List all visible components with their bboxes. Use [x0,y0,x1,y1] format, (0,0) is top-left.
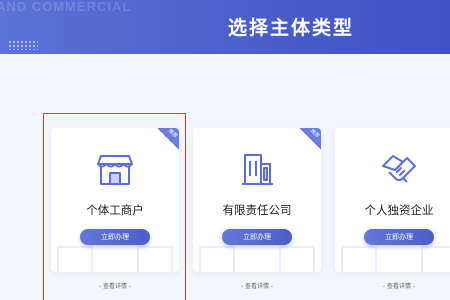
card-watermark [421,246,450,272]
card-watermark [199,246,235,272]
apply-now-button[interactable]: 立即办理 [222,229,292,245]
view-details-link[interactable]: - 查看详情 - [193,281,321,290]
entity-name: 有限责任公司 [222,203,292,217]
corner-badge-label: 推荐 [166,128,179,140]
shop-icon [97,155,133,185]
entity-name: 个人独资企业 [364,203,434,217]
apply-now-button[interactable]: 立即办理 [364,229,434,245]
handshake-icon [382,155,416,183]
entity-name: 个体工商户 [86,203,144,217]
view-details-link[interactable]: - 查看详情 - [51,281,179,290]
header-background-text: AND COMMERCIAL [0,0,132,14]
card-watermark [341,246,377,272]
corner-badge-label: 推荐 [308,128,321,140]
building-icon [242,154,273,185]
recommend-corner-badge: 推荐 [157,128,179,150]
page-title: 选择主体类型 [228,17,355,39]
card-watermark [137,246,173,272]
entity-card-sole-proprietorship[interactable]: 个人独资企业 立即办理 [335,128,450,272]
recommend-corner-badge: 推荐 [299,128,321,150]
header-dot-pattern [8,40,38,50]
card-watermark [279,246,315,272]
card-watermark [57,246,93,272]
view-details-link[interactable]: - 查看详情 - [335,281,450,290]
page-header: AND COMMERCIAL 选择主体类型 [0,0,450,54]
entity-card-limited-company[interactable]: 推荐 有限责任公司 立即办理 [193,128,321,272]
entity-card-individual-business[interactable]: 推荐 个体工商户 立即办理 [51,128,179,272]
apply-now-button[interactable]: 立即办理 [80,229,150,245]
